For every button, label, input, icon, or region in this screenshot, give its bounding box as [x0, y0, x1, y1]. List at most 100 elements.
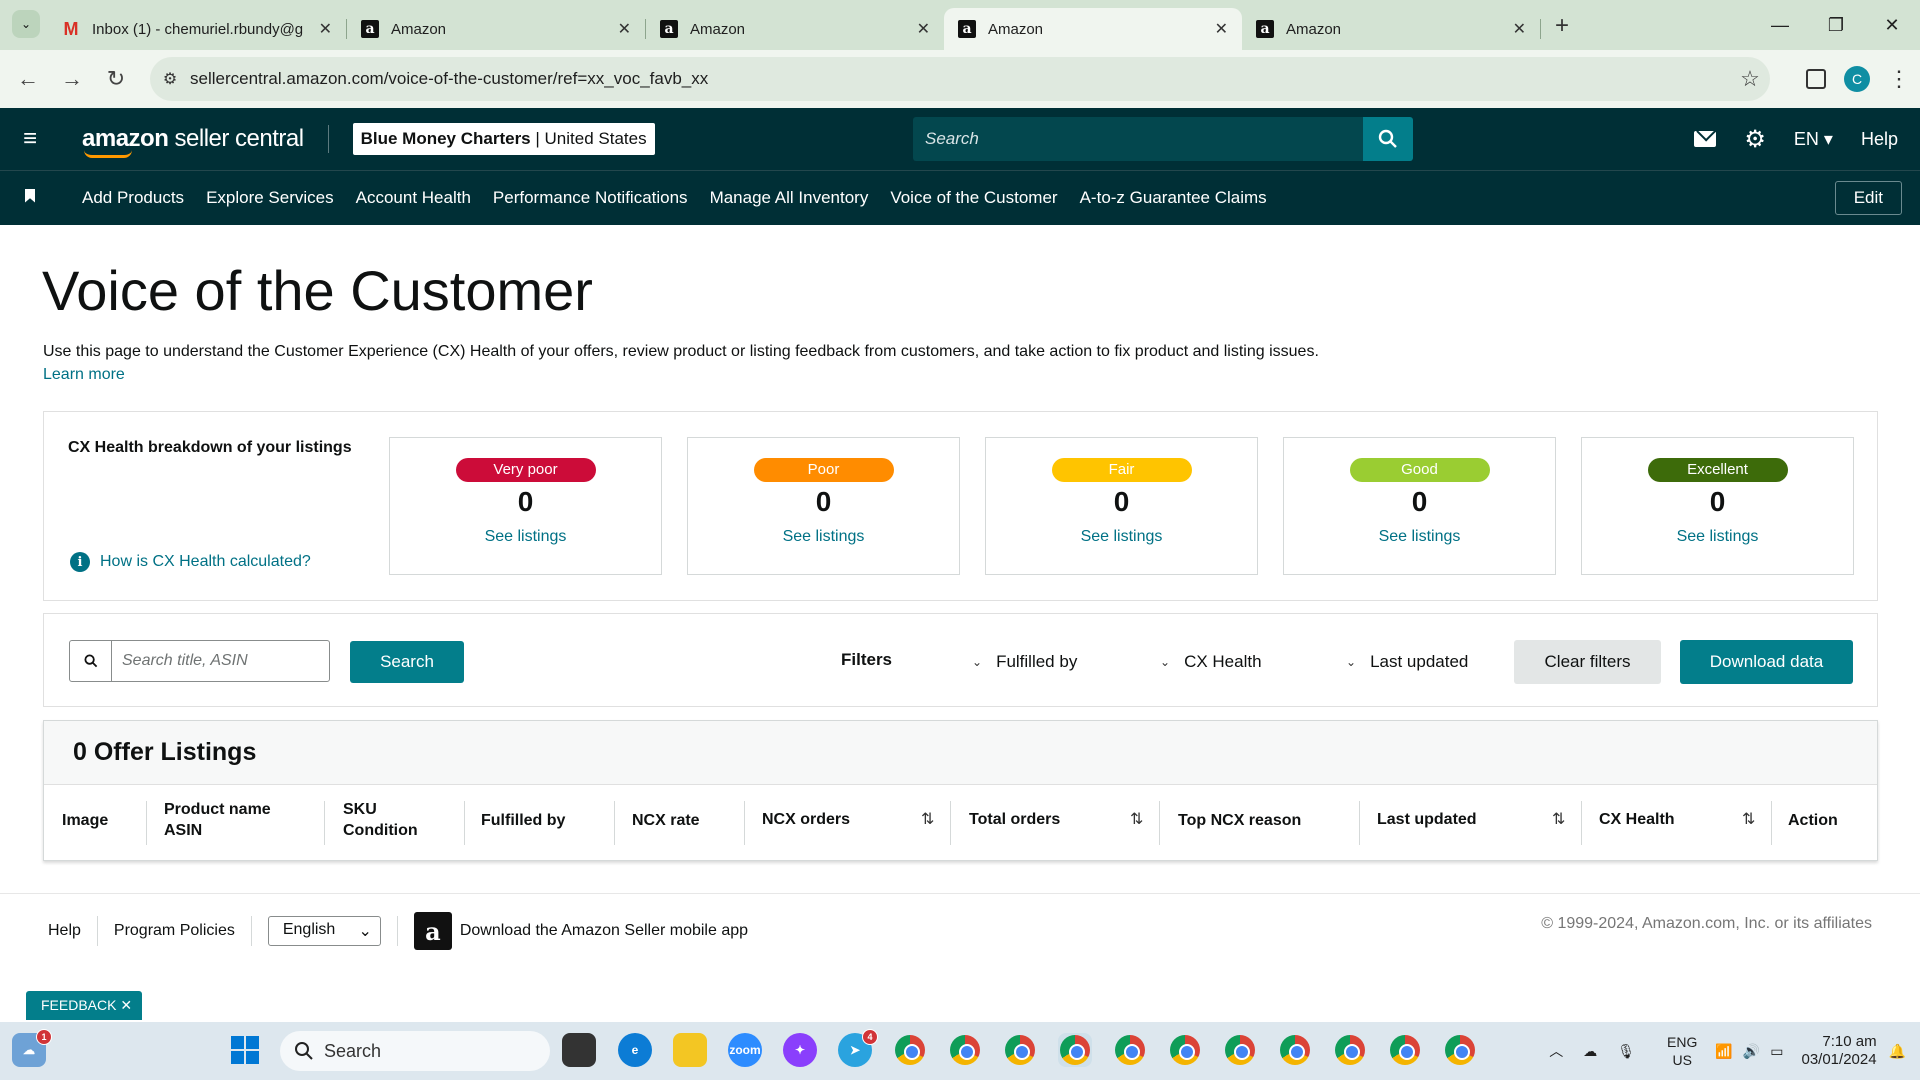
hamburger-menu-icon[interactable]: ≡: [0, 125, 60, 153]
language-selector[interactable]: EN ▾: [1794, 129, 1833, 150]
edit-nav-button[interactable]: Edit: [1834, 181, 1902, 215]
forward-arrow-icon[interactable]: →: [50, 57, 94, 101]
footer-help-link[interactable]: Help: [48, 922, 81, 940]
nav-atoz-claims[interactable]: A-to-z Guarantee Claims: [1080, 188, 1267, 208]
messenger-icon[interactable]: ✦: [783, 1033, 817, 1067]
close-icon[interactable]: ✕: [319, 19, 332, 39]
chrome-icon[interactable]: [893, 1033, 927, 1067]
reload-icon[interactable]: ↻: [94, 57, 138, 101]
battery-icon[interactable]: ▭: [1770, 1043, 1783, 1060]
browser-tab-amazon-active[interactable]: a Amazon ✕: [944, 8, 1242, 50]
browser-menu-icon[interactable]: ⋮: [1888, 66, 1910, 92]
nav-account-health[interactable]: Account Health: [356, 188, 471, 208]
zoom-icon[interactable]: zoom: [728, 1033, 762, 1067]
task-view-icon[interactable]: [562, 1033, 596, 1067]
chrome-icon-active[interactable]: [1058, 1033, 1092, 1067]
browser-tab-amazon[interactable]: a Amazon ✕: [347, 8, 645, 50]
chevron-up-icon[interactable]: ︿: [1549, 1041, 1563, 1061]
header-search[interactable]: Search: [913, 117, 1413, 161]
col-last-updated[interactable]: Last updated: [1377, 809, 1477, 830]
cx-health-dropdown[interactable]: ⌄ CX Health: [1160, 652, 1262, 672]
chrome-icon[interactable]: [1333, 1033, 1367, 1067]
site-info-icon[interactable]: ⚙: [150, 69, 190, 89]
download-app-link[interactable]: Download the Amazon Seller mobile app: [460, 922, 748, 940]
sort-icon[interactable]: ⇅: [921, 809, 934, 829]
new-tab-icon[interactable]: +: [1555, 12, 1569, 40]
file-explorer-icon[interactable]: [673, 1033, 707, 1067]
col-total-orders[interactable]: Total orders: [969, 809, 1060, 830]
program-policies-link[interactable]: Program Policies: [114, 922, 235, 940]
nav-manage-inventory[interactable]: Manage All Inventory: [710, 188, 869, 208]
chrome-icon[interactable]: [1003, 1033, 1037, 1067]
chrome-icon[interactable]: [1388, 1033, 1422, 1067]
gear-icon[interactable]: ⚙: [1744, 125, 1766, 154]
see-listings-link[interactable]: See listings: [1582, 528, 1853, 546]
col-ncx-orders[interactable]: NCX orders: [762, 809, 850, 830]
nav-add-products[interactable]: Add Products: [82, 188, 184, 208]
back-arrow-icon[interactable]: ←: [6, 57, 50, 101]
nav-performance-notifications[interactable]: Performance Notifications: [493, 188, 688, 208]
browser-tab-amazon[interactable]: a Amazon ✕: [646, 8, 944, 50]
close-icon[interactable]: ✕: [1513, 19, 1526, 39]
profile-avatar[interactable]: C: [1844, 66, 1870, 92]
see-listings-link[interactable]: See listings: [390, 528, 661, 546]
search-icon[interactable]: [1363, 117, 1413, 161]
see-listings-link[interactable]: See listings: [1284, 528, 1555, 546]
url-bar[interactable]: ⚙ sellercentral.amazon.com/voice-of-the-…: [150, 57, 1770, 101]
sort-icon[interactable]: ⇅: [1552, 809, 1565, 829]
cx-health-help-link[interactable]: i How is CX Health calculated?: [70, 552, 311, 572]
chrome-icon[interactable]: [1223, 1033, 1257, 1067]
close-icon[interactable]: ✕: [1215, 19, 1228, 39]
chrome-icon[interactable]: [1443, 1033, 1477, 1067]
side-panel-icon[interactable]: [1806, 69, 1826, 89]
clear-filters-button[interactable]: Clear filters: [1514, 640, 1661, 684]
footer-language-select[interactable]: English ⌄: [267, 916, 381, 946]
windows-start-icon[interactable]: [228, 1033, 262, 1067]
store-switcher[interactable]: Blue Money Charters | United States: [352, 123, 655, 155]
chrome-icon[interactable]: [948, 1033, 982, 1067]
close-icon[interactable]: ✕: [917, 19, 930, 39]
chrome-icon[interactable]: [1168, 1033, 1202, 1067]
nav-voice-of-customer[interactable]: Voice of the Customer: [890, 188, 1057, 208]
see-listings-link[interactable]: See listings: [986, 528, 1257, 546]
mail-icon[interactable]: [1694, 131, 1717, 147]
minimize-icon[interactable]: —: [1752, 0, 1808, 50]
see-listings-link[interactable]: See listings: [688, 528, 959, 546]
restore-icon[interactable]: ❐: [1808, 0, 1864, 50]
sort-icon[interactable]: ⇅: [1130, 809, 1143, 829]
seller-central-logo[interactable]: amazon seller central: [82, 125, 304, 158]
weather-icon[interactable]: ☁ 1: [12, 1029, 52, 1067]
cloud-icon[interactable]: ☁: [1583, 1043, 1597, 1060]
close-icon[interactable]: ✕: [618, 19, 631, 39]
bookmark-icon[interactable]: [0, 188, 60, 208]
taskbar-search[interactable]: Search: [280, 1031, 550, 1071]
listing-search-box[interactable]: Search title, ASIN: [69, 640, 330, 682]
bookmark-star-icon[interactable]: ☆: [1730, 66, 1770, 92]
fulfilled-by-dropdown[interactable]: ⌄ Fulfilled by: [972, 652, 1077, 672]
edge-icon[interactable]: e: [618, 1033, 652, 1067]
last-updated-dropdown[interactable]: ⌄ Last updated: [1346, 652, 1468, 672]
listing-search-input[interactable]: Search title, ASIN: [112, 641, 248, 681]
url-text[interactable]: sellercentral.amazon.com/voice-of-the-cu…: [190, 69, 1730, 89]
cx-help-text[interactable]: How is CX Health calculated?: [100, 553, 311, 571]
help-link[interactable]: Help: [1861, 129, 1898, 150]
window-close-icon[interactable]: ✕: [1864, 0, 1920, 50]
chrome-icon[interactable]: [1278, 1033, 1312, 1067]
notifications-icon[interactable]: 🔔: [1889, 1043, 1906, 1060]
search-button[interactable]: Search: [350, 641, 464, 683]
feedback-button[interactable]: FEEDBACK ✕: [26, 991, 143, 1020]
header-search-input[interactable]: Search: [913, 117, 1363, 161]
clock[interactable]: 7:10 am 03/01/2024: [1801, 1033, 1876, 1069]
telegram-icon[interactable]: ➤ 4: [838, 1029, 878, 1067]
chrome-icon[interactable]: [1113, 1033, 1147, 1067]
browser-tab-amazon[interactable]: a Amazon ✕: [1242, 8, 1540, 50]
download-data-button[interactable]: Download data: [1680, 640, 1853, 684]
microphone-icon[interactable]: 🎙: [1617, 1043, 1635, 1060]
input-language[interactable]: ENG US: [1667, 1033, 1697, 1069]
learn-more-link[interactable]: Learn more: [43, 366, 125, 384]
col-cx-health[interactable]: CX Health: [1599, 809, 1675, 830]
nav-explore-services[interactable]: Explore Services: [206, 188, 334, 208]
volume-icon[interactable]: 🔊: [1743, 1043, 1760, 1060]
sort-icon[interactable]: ⇅: [1742, 809, 1755, 829]
browser-tab-gmail[interactable]: M Inbox (1) - chemuriel.rbundy@g ✕: [48, 8, 346, 50]
